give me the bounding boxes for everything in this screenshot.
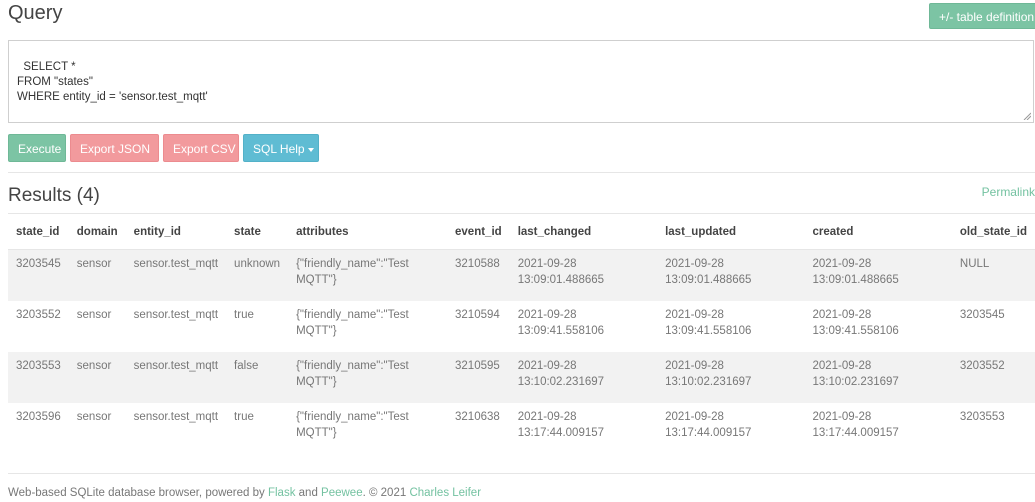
column-header-last-updated: last_updated [657, 213, 805, 250]
cell-entity-id: sensor.test_mqtt [133, 308, 219, 321]
cell-created: 2021-09-28 13:17:44.009157 [812, 410, 899, 439]
column-header-entity-id: entity_id [125, 213, 227, 250]
cell-attributes: {"friendly_name":"Test MQTT"} [296, 308, 409, 337]
cell-state: false [226, 351, 289, 403]
page-title: Query [8, 2, 63, 24]
cell-state: true [234, 308, 254, 321]
column-header-created: created [804, 213, 952, 250]
footer-text: and [295, 487, 322, 499]
column-header-old-state-id: old_state_id [951, 213, 1035, 250]
cell-attributes: {"friendly_name":"Test MQTT"} [288, 351, 448, 403]
cell-state-id: 3203552 [16, 308, 61, 321]
column-header-domain: domain [68, 213, 126, 250]
flask-link[interactable]: Flask [268, 487, 295, 499]
cell-old-state-id: 3203553 [959, 410, 1005, 423]
table-header-row: state_id domain entity_id state attribut… [8, 213, 1035, 250]
author-link[interactable]: Charles Leifer [409, 487, 481, 499]
column-header-attributes: attributes [288, 213, 448, 250]
sql-query-text: SELECT * FROM "states" WHERE entity_id =… [17, 61, 208, 103]
footer: Web-based SQLite database browser, power… [8, 487, 481, 499]
export-csv-button[interactable]: Export CSV [163, 134, 239, 162]
cell-last-changed: 2021-09-28 13:10:02.231697 [509, 351, 658, 403]
cell-last-changed: 2021-09-28 13:09:41.558106 [517, 308, 605, 337]
table-row: 3203545 sensor sensor.test_mqtt unknown … [8, 249, 1035, 301]
cell-event-id: 3210594 [455, 308, 500, 321]
table-row: 3203552 sensor sensor.test_mqtt true {"f… [8, 301, 1035, 352]
cell-event-id: 3210588 [447, 249, 510, 301]
cell-event-id: 3210638 [455, 410, 500, 423]
sql-help-label: SQL Help [253, 142, 305, 156]
cell-old-state-id: 3203545 [959, 308, 1005, 321]
cell-old-state-id: NULL [951, 249, 1035, 301]
column-header-state: state [226, 213, 289, 250]
resize-grip-icon[interactable] [1023, 112, 1031, 120]
cell-domain: sensor [76, 308, 112, 321]
cell-state: true [234, 410, 254, 423]
table-definition-button[interactable]: +/- table definition [929, 3, 1035, 29]
cell-event-id: 3210595 [447, 351, 510, 403]
cell-last-updated: 2021-09-28 13:09:41.558106 [665, 308, 752, 337]
peewee-link[interactable]: Peewee [321, 487, 363, 499]
cell-attributes: {"friendly_name":"Test MQTT"} [288, 249, 448, 301]
cell-last-updated: 2021-09-28 13:10:02.231697 [657, 351, 805, 403]
cell-created: 2021-09-28 13:09:41.558106 [812, 308, 899, 337]
divider [8, 172, 1035, 173]
divider [8, 473, 1035, 474]
execute-button[interactable]: Execute [8, 134, 66, 162]
results-table: state_id domain entity_id state attribut… [8, 213, 1035, 454]
permalink-link[interactable]: Permalink [982, 185, 1035, 199]
column-header-state-id: state_id [8, 213, 69, 250]
cell-entity-id: sensor.test_mqtt [133, 410, 219, 423]
cell-old-state-id: 3203552 [951, 351, 1035, 403]
sql-help-dropdown-button[interactable]: SQL Help [243, 134, 319, 162]
cell-domain: sensor [68, 249, 126, 301]
cell-state-id: 3203596 [16, 410, 61, 423]
cell-created: 2021-09-28 13:09:01.488665 [804, 249, 952, 301]
cell-attributes: {"friendly_name":"Test MQTT"} [296, 410, 409, 439]
sql-query-input[interactable]: SELECT * FROM "states" WHERE entity_id =… [8, 40, 1034, 123]
cell-entity-id: sensor.test_mqtt [125, 249, 227, 301]
footer-text: Web-based SQLite database browser, power… [8, 487, 268, 499]
cell-state-id: 3203553 [8, 351, 69, 403]
table-row: 3203553 sensor sensor.test_mqtt false {"… [8, 351, 1035, 403]
cell-state: unknown [226, 249, 289, 301]
cell-state-id: 3203545 [8, 249, 69, 301]
cell-entity-id: sensor.test_mqtt [125, 351, 227, 403]
cell-domain: sensor [76, 410, 112, 423]
results-title: Results (4) [8, 185, 100, 206]
cell-last-updated: 2021-09-28 13:09:01.488665 [657, 249, 805, 301]
cell-last-changed: 2021-09-28 13:17:44.009157 [517, 410, 605, 439]
table-row: 3203596 sensor sensor.test_mqtt true {"f… [8, 403, 1035, 454]
cell-last-updated: 2021-09-28 13:17:44.009157 [665, 410, 752, 439]
cell-domain: sensor [68, 351, 126, 403]
cell-last-changed: 2021-09-28 13:09:01.488665 [509, 249, 658, 301]
footer-text: . © 2021 [362, 487, 410, 499]
caret-down-icon [307, 147, 314, 152]
column-header-event-id: event_id [447, 213, 510, 250]
cell-created: 2021-09-28 13:10:02.231697 [804, 351, 952, 403]
column-header-last-changed: last_changed [509, 213, 658, 250]
export-json-button[interactable]: Export JSON [70, 134, 159, 162]
